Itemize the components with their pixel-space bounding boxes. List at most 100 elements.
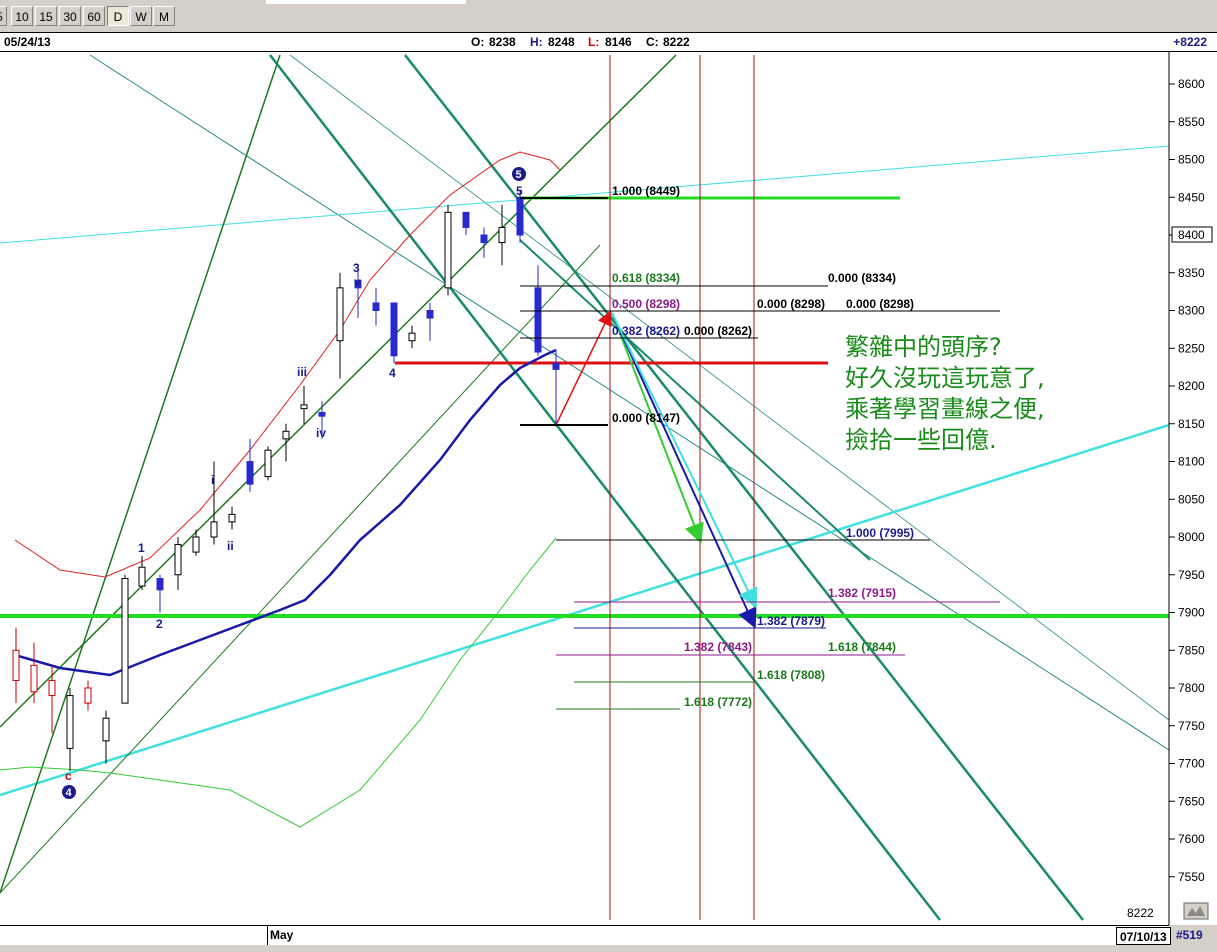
wave-label: iv xyxy=(316,426,326,440)
candle-body xyxy=(102,717,110,742)
last-price: +8222 xyxy=(1173,35,1207,49)
month-tick xyxy=(267,925,268,945)
timeframe-weekly-button[interactable]: W xyxy=(130,6,152,26)
price-tick-label: 8550 xyxy=(1178,115,1205,129)
annotation-line-2: 好久沒玩這玩意了, xyxy=(845,364,1045,392)
close-label: C: xyxy=(646,35,659,49)
timeframe-60-button[interactable]: 60 xyxy=(83,6,105,26)
date-axis-strip xyxy=(0,925,1169,945)
end-date: 07/10/13 xyxy=(1116,927,1171,945)
candle-body xyxy=(534,287,542,353)
ohlc-info-bar: 05/24/13 O: 8238 H: 8248 L: 8146 C: 8222… xyxy=(0,32,1217,52)
bar-count: #519 xyxy=(1176,928,1203,942)
candle-body xyxy=(48,679,56,697)
candle-body xyxy=(228,513,236,523)
wave-label: 4 xyxy=(389,366,396,380)
fib-label: 0.000 (8298) xyxy=(846,297,914,311)
price-tick-label: 8400 xyxy=(1178,228,1205,242)
low-label: L: xyxy=(588,35,600,49)
axis-bottom-value: 8222 xyxy=(1127,906,1154,920)
wave-label-circled: 5 xyxy=(516,169,522,181)
price-tick-label: 8300 xyxy=(1178,304,1205,318)
wave-label: v xyxy=(354,275,361,289)
fib-label: 0.000 (8334) xyxy=(828,271,896,285)
wave-label: ii xyxy=(227,539,234,553)
candle-body xyxy=(192,536,200,553)
candle-body xyxy=(426,310,434,319)
candle-body xyxy=(462,211,470,228)
candle-body xyxy=(84,687,92,704)
candle-body xyxy=(282,430,290,440)
timeframe-daily-button[interactable]: D xyxy=(107,6,129,26)
wave-label: 3 xyxy=(353,261,360,275)
high-value: 8248 xyxy=(548,35,575,49)
candle-body xyxy=(318,411,326,417)
month-label: May xyxy=(270,928,294,942)
wave-label: c xyxy=(65,769,72,783)
fib-label: 0.618 (8334) xyxy=(612,271,680,285)
price-tick-label: 7600 xyxy=(1178,832,1205,846)
price-tick-label: 7700 xyxy=(1178,757,1205,771)
fib-label: 0.382 (8262) xyxy=(612,324,680,338)
wave-label-circled: 4 xyxy=(66,787,73,799)
wave-label: 1 xyxy=(138,541,145,555)
wave-label: 5 xyxy=(516,184,523,198)
open-value: 8238 xyxy=(489,35,516,49)
fib-label: 1.000 (7995) xyxy=(846,526,914,540)
fib-label: 1.000 (8449) xyxy=(612,184,680,198)
candle-body xyxy=(30,664,38,693)
candle-body xyxy=(210,521,218,538)
close-value: 8222 xyxy=(663,35,690,49)
candle-body xyxy=(336,287,344,342)
price-tick-label: 7850 xyxy=(1178,643,1205,657)
fib-label: 1.382 (7879) xyxy=(757,614,825,628)
timeframe-10-button[interactable]: 10 xyxy=(11,6,33,26)
price-tick-label: 8050 xyxy=(1178,492,1205,506)
price-tick-label: 8250 xyxy=(1178,341,1205,355)
date-axis-bar: May 07/10/13 #519 xyxy=(0,925,1217,952)
wave-label: 2 xyxy=(156,617,163,631)
candle-body xyxy=(372,302,380,312)
fib-label: 0.000 (8262) xyxy=(684,324,752,338)
toolbar-spacer xyxy=(266,0,466,4)
annotation-line-4: 撿拾一些回億. xyxy=(845,426,997,454)
timeframe-15-button[interactable]: 15 xyxy=(35,6,57,26)
candle-body xyxy=(138,566,146,587)
candle-body xyxy=(480,234,488,244)
high-label: H: xyxy=(530,35,543,49)
price-chart[interactable]: 1.000 (8449) 0.618 (8334) 0.000 (8334) 0.50… xyxy=(0,52,1217,925)
price-tick-label: 8450 xyxy=(1178,190,1205,204)
fib-label: 1.618 (7844) xyxy=(828,640,896,654)
price-tick-label: 8500 xyxy=(1178,153,1205,167)
candle-body xyxy=(552,362,560,370)
price-tick-label: 8200 xyxy=(1178,379,1205,393)
candle-body xyxy=(390,302,398,357)
info-date: 05/24/13 xyxy=(4,35,51,49)
candle-body xyxy=(12,649,20,681)
fib-label: 1.618 (7772) xyxy=(684,695,752,709)
chart-background xyxy=(0,52,1217,925)
wave-label: iii xyxy=(297,365,307,379)
fib-label: 1.382 (7843) xyxy=(684,640,752,654)
fib-label: 1.382 (7915) xyxy=(828,586,896,600)
timeframe-5-button[interactable]: 5 xyxy=(0,6,7,26)
low-value: 8146 xyxy=(605,35,632,49)
candle-body xyxy=(66,695,74,749)
timeframe-30-button[interactable]: 30 xyxy=(59,6,81,26)
annotation-line-1: 繁雜中的頭序? xyxy=(845,333,1002,361)
timeframe-monthly-button[interactable]: M xyxy=(153,6,175,26)
fib-label: 1.618 (7808) xyxy=(757,668,825,682)
candle-body xyxy=(408,332,416,342)
candle-body xyxy=(444,211,452,289)
price-tick-label: 8600 xyxy=(1178,77,1205,91)
price-tick-label: 8150 xyxy=(1178,417,1205,431)
candle-body xyxy=(498,226,506,244)
candle-body xyxy=(121,578,129,704)
price-tick-label: 7800 xyxy=(1178,681,1205,695)
wave-label: i xyxy=(211,473,214,487)
price-tick-label: 7750 xyxy=(1178,719,1205,733)
scroll-icon[interactable] xyxy=(1183,902,1209,920)
timeframe-toolbar: 5 10 15 30 60 D W M xyxy=(0,0,1217,32)
price-tick-label: 7900 xyxy=(1178,606,1205,620)
fib-label: 0.000 (8147) xyxy=(612,411,680,425)
